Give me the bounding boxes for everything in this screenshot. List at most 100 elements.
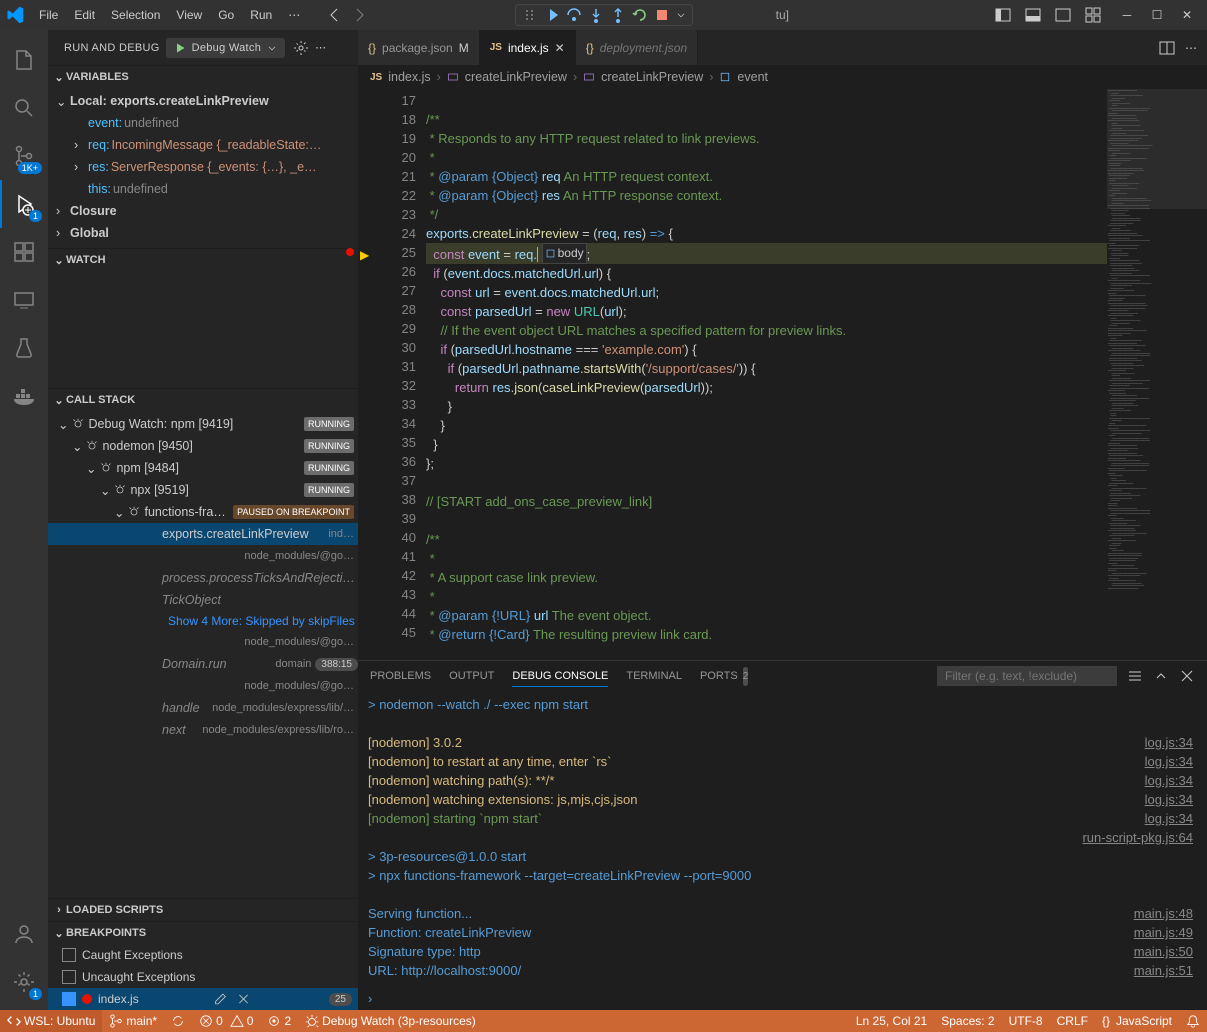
debug-console[interactable]: > nodemon --watch ./ --exec npm start [n… bbox=[358, 691, 1207, 1010]
panel-tab-problems[interactable]: PROBLEMS bbox=[370, 666, 431, 686]
debug-toolbar[interactable] bbox=[515, 4, 693, 26]
more-icon[interactable]: ⋯ bbox=[1185, 41, 1197, 55]
toggle-panel-right-icon[interactable] bbox=[1049, 1, 1077, 29]
maximize-button[interactable]: ☐ bbox=[1143, 1, 1171, 29]
activity-settings[interactable]: 1 bbox=[0, 958, 48, 1006]
editor-tab[interactable]: {}package.jsonM bbox=[358, 30, 480, 65]
menu-file[interactable]: File bbox=[32, 4, 65, 26]
activity-docker[interactable] bbox=[0, 372, 48, 420]
stack-frame[interactable]: nextnode_modules/express/lib/ro… bbox=[48, 719, 358, 741]
stack-frame[interactable]: Domain.rundomain388:15 bbox=[48, 653, 358, 675]
stack-frame[interactable]: exports.createLinkPreviewind… bbox=[48, 523, 358, 545]
chevron-down-icon[interactable] bbox=[676, 7, 686, 23]
callstack-thread[interactable]: ⌄npm [9484]RUNNING bbox=[48, 457, 358, 479]
minimap[interactable]: ▬▬▬▬▬▬▬▬▬▬▬▬▬▬▬▬▬▬▬▬▬▬▬▬ ▬▬▬▬▬▬ ▬▬▬▬▬▬▬▬… bbox=[1107, 89, 1207, 660]
nav-forward-icon[interactable] bbox=[351, 7, 367, 23]
sb-language[interactable]: {}JavaScript bbox=[1095, 1014, 1179, 1028]
continue-icon[interactable] bbox=[544, 7, 560, 23]
variable-row[interactable]: ›res: ServerResponse {_events: {…}, _e… bbox=[48, 156, 358, 178]
customize-layout-icon[interactable] bbox=[1079, 1, 1107, 29]
nav-back-icon[interactable] bbox=[327, 7, 343, 23]
step-out-icon[interactable] bbox=[610, 7, 626, 23]
activity-search[interactable] bbox=[0, 84, 48, 132]
sb-eol[interactable]: CRLF bbox=[1050, 1014, 1095, 1028]
variable-row[interactable]: ›req: IncomingMessage {_readableState:… bbox=[48, 134, 358, 156]
gear-icon[interactable] bbox=[293, 40, 309, 56]
sb-ports[interactable]: 2 bbox=[260, 1010, 298, 1032]
bp-caught[interactable]: Caught Exceptions bbox=[48, 944, 358, 966]
callstack-thread[interactable]: ⌄nodemon [9450]RUNNING bbox=[48, 435, 358, 457]
bp-header[interactable]: ⌄BREAKPOINTS bbox=[48, 922, 358, 944]
stack-frame[interactable]: node_modules/@go… bbox=[48, 675, 358, 697]
console-input-prompt[interactable]: › bbox=[368, 989, 372, 1008]
callstack-thread[interactable]: ⌄Debug Watch: npm [9419]RUNNING bbox=[48, 413, 358, 435]
callstack-thread[interactable]: ⌄functions-fra…PAUSED ON BREAKPOINT bbox=[48, 501, 358, 523]
scope-local[interactable]: ⌄Local: exports.createLinkPreview bbox=[48, 90, 358, 112]
drag-handle-icon[interactable] bbox=[522, 7, 538, 23]
sb-cursor-pos[interactable]: Ln 25, Col 21 bbox=[849, 1014, 934, 1028]
editor-tab[interactable]: {}deployment.json bbox=[576, 30, 698, 65]
stack-frame[interactable]: handlenode_modules/express/lib/… bbox=[48, 697, 358, 719]
sb-problems[interactable]: 0 0 bbox=[192, 1010, 260, 1032]
sb-spaces[interactable]: Spaces: 2 bbox=[934, 1014, 1001, 1028]
show-more-frames[interactable]: Show 4 More: Skipped by skipFiles bbox=[48, 611, 358, 631]
menu-view[interactable]: View bbox=[169, 4, 209, 26]
clear-console-icon[interactable] bbox=[1127, 668, 1143, 684]
stack-frame[interactable]: TickObject bbox=[48, 589, 358, 611]
sb-encoding[interactable]: UTF-8 bbox=[1002, 1014, 1050, 1028]
close-panel-icon[interactable] bbox=[1179, 668, 1195, 684]
code-content[interactable]: /** * Responds to any HTTP request relat… bbox=[426, 89, 1107, 660]
minimap-slider[interactable] bbox=[1107, 89, 1207, 209]
panel-tab-output[interactable]: OUTPUT bbox=[449, 666, 494, 686]
more-icon[interactable]: ⋯ bbox=[315, 41, 326, 54]
toggle-panel-left-icon[interactable] bbox=[989, 1, 1017, 29]
stack-frame[interactable]: node_modules/@go… bbox=[48, 631, 358, 653]
restart-icon[interactable] bbox=[632, 7, 648, 23]
sb-sync[interactable] bbox=[164, 1010, 192, 1032]
breadcrumb[interactable]: JS index.js› createLinkPreview› createLi… bbox=[358, 65, 1207, 89]
bp-file[interactable]: index.js 25 bbox=[48, 988, 358, 1010]
editor-tab[interactable]: JSindex.js✕ bbox=[480, 30, 576, 65]
split-editor-icon[interactable] bbox=[1159, 40, 1175, 56]
stop-icon[interactable] bbox=[654, 7, 670, 23]
scope-global[interactable]: ›Global bbox=[48, 222, 358, 244]
edit-icon[interactable] bbox=[214, 991, 227, 1007]
toggle-panel-bottom-icon[interactable] bbox=[1019, 1, 1047, 29]
variable-row[interactable]: this: undefined bbox=[48, 178, 358, 200]
menu-selection[interactable]: Selection bbox=[104, 4, 167, 26]
menu-run[interactable]: Run bbox=[243, 4, 279, 26]
minimize-button[interactable]: ─ bbox=[1113, 1, 1141, 29]
watch-header[interactable]: ⌄WATCH bbox=[48, 249, 358, 271]
variables-header[interactable]: ⌄VARIABLES bbox=[48, 66, 358, 88]
collapse-panel-icon[interactable] bbox=[1153, 668, 1169, 684]
stack-frame[interactable]: node_modules/@go… bbox=[48, 545, 358, 567]
panel-tab-debug-console[interactable]: DEBUG CONSOLE bbox=[512, 666, 608, 687]
sb-remote[interactable]: WSL: Ubuntu bbox=[0, 1010, 102, 1032]
menu-more[interactable]: ⋯ bbox=[281, 4, 307, 26]
stack-frame[interactable]: process.processTicksAndRejections bbox=[48, 567, 358, 589]
activity-extensions[interactable] bbox=[0, 228, 48, 276]
bp-uncaught[interactable]: Uncaught Exceptions bbox=[48, 966, 358, 988]
close-button[interactable]: ✕ bbox=[1173, 1, 1201, 29]
menu-go[interactable]: Go bbox=[211, 4, 241, 26]
panel-tab-terminal[interactable]: TERMINAL bbox=[626, 666, 682, 686]
step-into-icon[interactable] bbox=[588, 7, 604, 23]
close-tab-icon[interactable]: ✕ bbox=[555, 41, 565, 55]
step-over-icon[interactable] bbox=[566, 7, 582, 23]
close-icon[interactable] bbox=[237, 991, 250, 1007]
loaded-header[interactable]: ›LOADED SCRIPTS bbox=[48, 899, 358, 921]
activity-debug[interactable]: 1 bbox=[0, 180, 48, 228]
debug-config-selector[interactable]: Debug Watch bbox=[166, 38, 286, 58]
sb-branch[interactable]: main* bbox=[102, 1010, 164, 1032]
activity-explorer[interactable] bbox=[0, 36, 48, 84]
code-editor[interactable]: ▶ 17181920212223242526272829303132333435… bbox=[358, 89, 1207, 660]
panel-tab-ports[interactable]: PORTS 2 bbox=[700, 666, 748, 686]
activity-remote[interactable] bbox=[0, 276, 48, 324]
variable-row[interactable]: event: undefined bbox=[48, 112, 358, 134]
sb-notifications[interactable] bbox=[1179, 1014, 1207, 1028]
activity-scm[interactable]: 1K+ bbox=[0, 132, 48, 180]
scope-closure[interactable]: ›Closure bbox=[48, 200, 358, 222]
menu-edit[interactable]: Edit bbox=[67, 4, 102, 26]
activity-account[interactable] bbox=[0, 910, 48, 958]
activity-testing[interactable] bbox=[0, 324, 48, 372]
